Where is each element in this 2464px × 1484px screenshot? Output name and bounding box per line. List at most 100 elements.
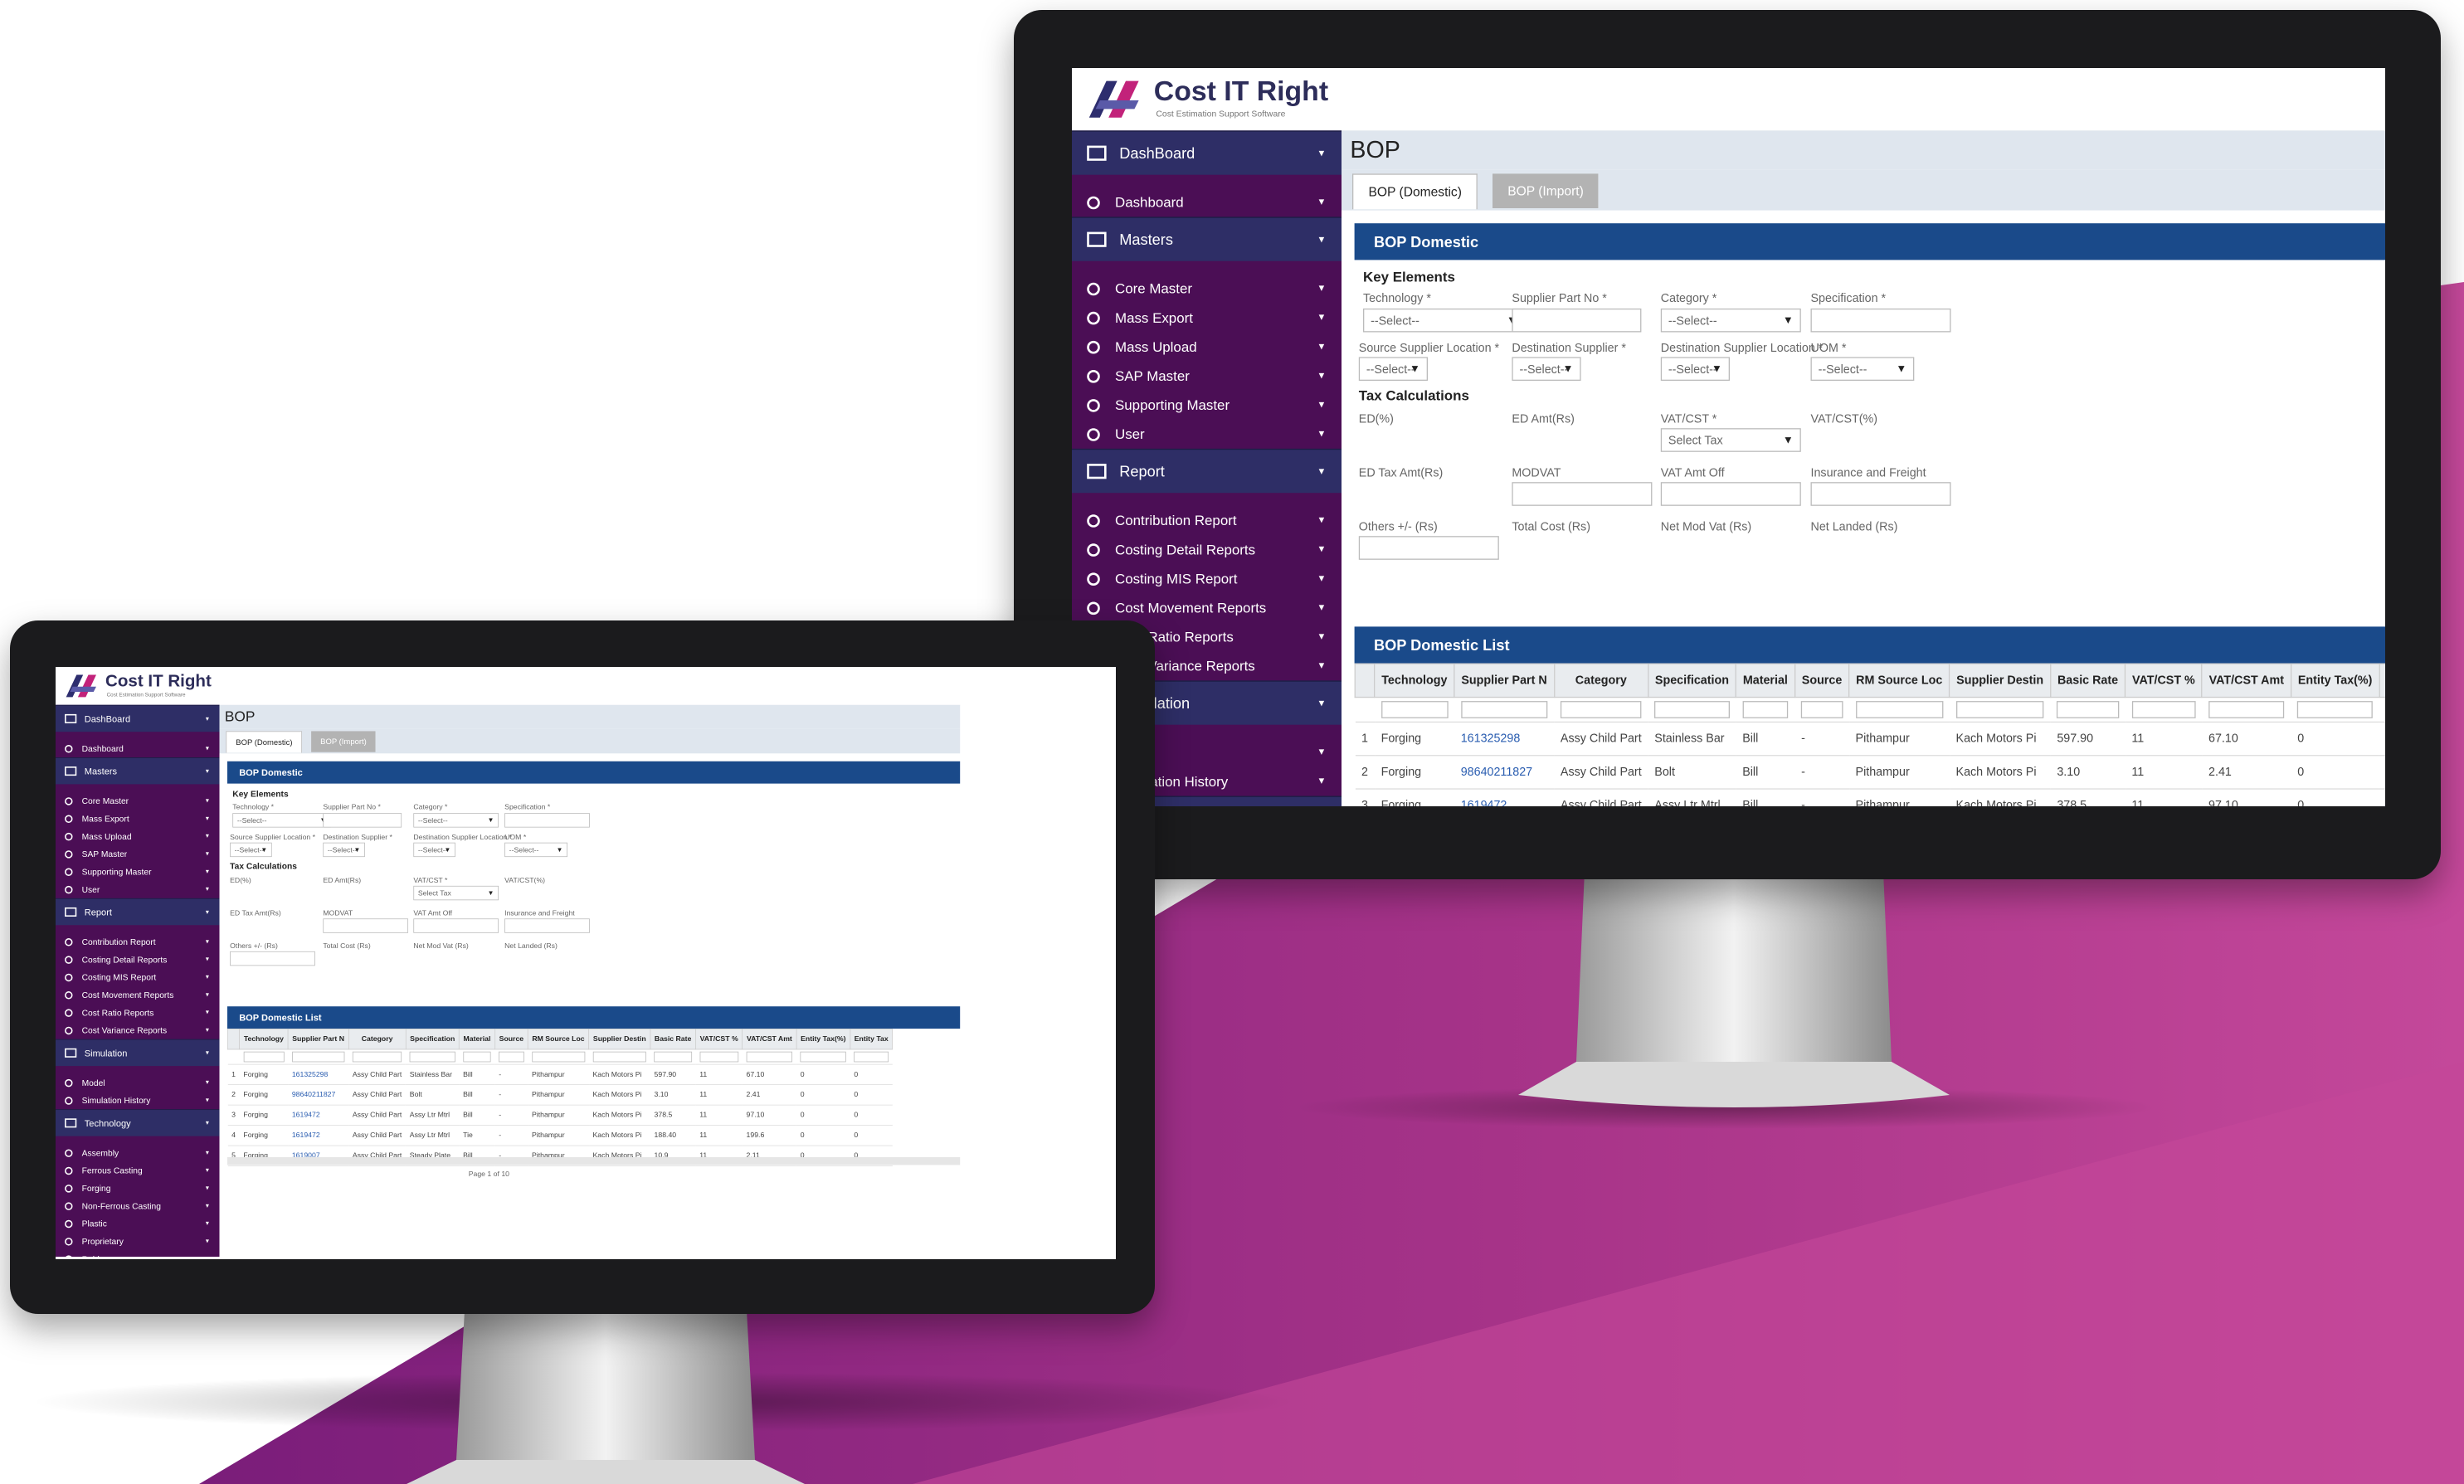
filter-input[interactable] (1955, 701, 2044, 718)
column-header[interactable] (1354, 663, 1376, 698)
tab-bop-domestic[interactable]: BOP (Domestic) (226, 731, 303, 753)
table-row[interactable]: 3 Forging 1619472 Assy Child Part Assy Ltr M… (1355, 789, 2385, 806)
column-header[interactable]: Supplier Part N (287, 1029, 349, 1050)
filter-input[interactable] (746, 1051, 793, 1063)
filter-input[interactable] (2057, 701, 2119, 718)
column-header[interactable]: Category (348, 1029, 407, 1050)
column-header[interactable]: VAT/CST Amt (742, 1029, 797, 1050)
filter-input[interactable] (1381, 701, 1449, 718)
filter-input[interactable] (463, 1051, 491, 1063)
column-header[interactable] (226, 1029, 241, 1050)
sidebar-section-report[interactable]: Report ▾ (56, 898, 220, 926)
column-header[interactable]: Entity Tax (2379, 663, 2385, 698)
sidebar-section-masters[interactable]: Masters ▾ (56, 757, 220, 785)
pager[interactable]: Page 1 of 10 (469, 1170, 509, 1178)
uom-select[interactable]: --Select-- (1810, 357, 1915, 382)
sidebar-section-report[interactable]: Report ▾ (1072, 448, 1342, 494)
technology-select[interactable]: --Select-- (1363, 308, 1525, 333)
sidebar-item-mass-upload[interactable]: Mass Upload ▾ (1072, 333, 1342, 362)
column-header[interactable]: Source (494, 1029, 528, 1050)
column-header[interactable]: Basic Rate (650, 1029, 696, 1050)
vat-amt-off-input[interactable] (413, 918, 499, 933)
others-input[interactable] (1358, 536, 1499, 560)
filter-input[interactable] (800, 1051, 846, 1063)
column-header[interactable]: Category (1553, 663, 1649, 698)
sidebar-item-plastic[interactable]: Plastic ▾ (56, 1214, 220, 1232)
source-location-select[interactable]: --Select-- (230, 842, 272, 858)
filter-input[interactable] (1742, 701, 1789, 718)
sidebar-item-model[interactable]: Model ▾ (56, 1074, 220, 1092)
filter-input[interactable] (2131, 701, 2196, 718)
uom-select[interactable]: --Select-- (504, 842, 567, 858)
sidebar-item-contribution-report[interactable]: Contribution Report ▾ (1072, 506, 1342, 535)
column-header[interactable]: Entity Tax (850, 1029, 894, 1050)
column-header[interactable]: Basic Rate (2049, 663, 2126, 698)
filter-input[interactable] (699, 1051, 739, 1063)
tab-bop-domestic[interactable]: BOP (Domestic) (1352, 173, 1478, 210)
sidebar-section-simulation[interactable]: Simulation ▾ (56, 1039, 220, 1067)
category-select[interactable]: --Select-- (1660, 308, 1801, 333)
others-input[interactable] (230, 951, 315, 966)
specification-input[interactable] (1810, 308, 1951, 333)
sidebar-item-rubber[interactable]: Rubber ▾ (56, 1250, 220, 1259)
sidebar-item-non-ferrous-casting[interactable]: Non-Ferrous Casting ▾ (56, 1197, 220, 1214)
filter-input[interactable] (1855, 701, 1943, 718)
sidebar-item-cost-movement-reports[interactable]: Cost Movement Reports ▾ (1072, 593, 1342, 622)
sidebar-item-ferrous-casting[interactable]: Ferrous Casting ▾ (56, 1161, 220, 1179)
filter-input[interactable] (854, 1051, 889, 1063)
column-header[interactable]: VAT/CST % (2124, 663, 2203, 698)
column-header[interactable]: VAT/CST Amt (2201, 663, 2292, 698)
specification-input[interactable] (504, 813, 590, 828)
filter-input[interactable] (352, 1051, 402, 1063)
category-select[interactable]: --Select-- (413, 813, 499, 828)
sidebar-item-mass-upload[interactable]: Mass Upload ▾ (56, 828, 220, 845)
column-header[interactable]: Material (459, 1029, 495, 1050)
supplier-part-link[interactable]: 161325298 (288, 1064, 349, 1086)
filter-input[interactable] (2297, 701, 2374, 718)
column-header[interactable]: RM Source Loc (527, 1029, 590, 1050)
column-header[interactable]: Supplier Destin (1949, 663, 2052, 698)
column-header[interactable]: Technology (1374, 663, 1455, 698)
filter-input[interactable] (592, 1051, 647, 1063)
insurance-input[interactable] (1810, 482, 1951, 506)
supplier-part-link[interactable]: 1619472 (288, 1125, 349, 1146)
supplier-part-link[interactable]: 1619472 (288, 1105, 349, 1126)
filter-input[interactable] (2208, 701, 2285, 718)
tab-bop-import[interactable]: BOP (Import) (1493, 173, 1600, 208)
sidebar-item-mass-export[interactable]: Mass Export ▾ (1072, 303, 1342, 332)
table-row[interactable]: 2 Forging 98640211827 Assy Child Part Bolt Bi… (227, 1084, 893, 1106)
filter-input[interactable] (1560, 701, 1642, 718)
source-location-select[interactable]: --Select-- (1358, 357, 1428, 382)
sidebar-item-costing-mis-report[interactable]: Costing MIS Report ▾ (56, 968, 220, 985)
technology-select[interactable]: --Select-- (232, 813, 331, 828)
column-header[interactable]: Supplier Destin (588, 1029, 651, 1050)
column-header[interactable]: Entity Tax(%) (796, 1029, 851, 1050)
column-header[interactable]: Specification (1647, 663, 1737, 698)
supplier-part-input[interactable] (323, 813, 402, 828)
insurance-input[interactable] (504, 918, 590, 933)
modvat-input[interactable] (323, 918, 409, 933)
destination-supplier-select[interactable]: --Select-- (323, 842, 365, 858)
column-header[interactable]: Entity Tax(%) (2290, 663, 2380, 698)
sidebar-item-proprietary[interactable]: Proprietary ▾ (56, 1233, 220, 1250)
sidebar-item-costing-detail-reports[interactable]: Costing Detail Reports ▾ (56, 951, 220, 968)
sidebar-item-dashboard[interactable]: Dashboard ▾ (1072, 187, 1342, 217)
sidebar-item-contribution-report[interactable]: Contribution Report ▾ (56, 933, 220, 951)
filter-input[interactable] (654, 1051, 692, 1063)
vat-cst-select[interactable]: Select Tax (1660, 428, 1801, 453)
supplier-part-input[interactable] (1512, 308, 1642, 333)
sidebar-item-supporting-master[interactable]: Supporting Master ▾ (56, 863, 220, 880)
filter-input[interactable] (291, 1051, 345, 1063)
filter-input[interactable] (531, 1051, 586, 1063)
sidebar-item-simulation-history[interactable]: Simulation History ▾ (56, 1092, 220, 1109)
column-header[interactable]: Specification (405, 1029, 460, 1050)
sidebar-item-cost-ratio-reports[interactable]: Cost Ratio Reports ▾ (56, 1004, 220, 1021)
supplier-part-link[interactable]: 98640211827 (288, 1084, 349, 1106)
sidebar-item-cost-variance-reports[interactable]: Cost Variance Reports ▾ (56, 1021, 220, 1039)
table-row[interactable]: 1 Forging 161325298 Assy Child Part Stainles… (227, 1064, 893, 1086)
sidebar-item-forging[interactable]: Forging ▾ (56, 1180, 220, 1197)
sidebar-item-supporting-master[interactable]: Supporting Master ▾ (1072, 391, 1342, 420)
sidebar-item-costing-mis-report[interactable]: Costing MIS Report ▾ (1072, 564, 1342, 593)
column-header[interactable]: RM Source Loc (1848, 663, 1950, 698)
tab-bop-import[interactable]: BOP (Import) (311, 731, 376, 752)
